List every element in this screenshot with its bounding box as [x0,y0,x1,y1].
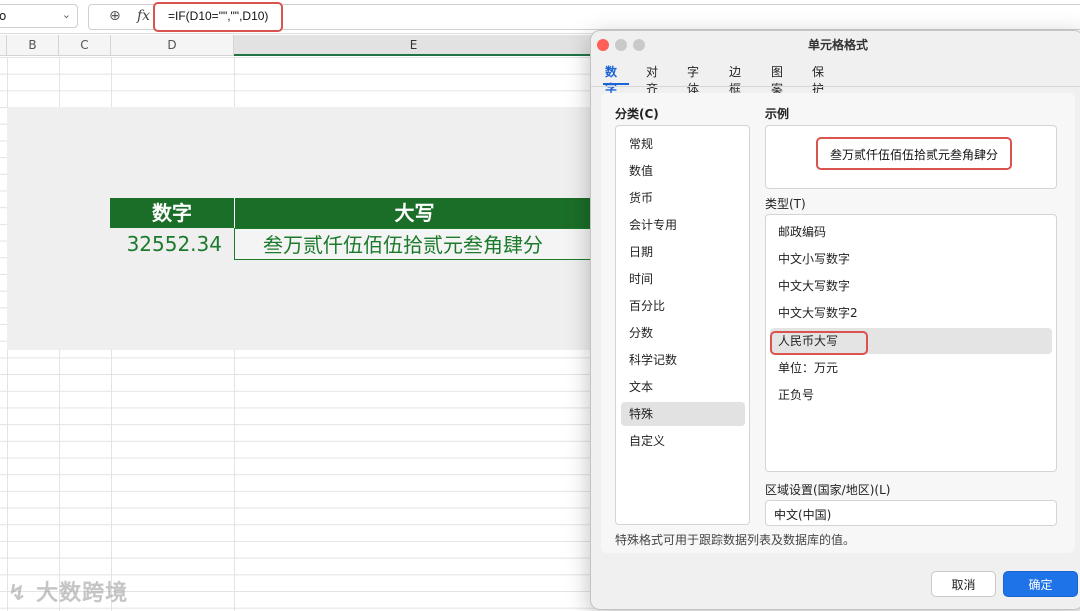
category-label: 分类(C) [615,107,659,121]
ok-button[interactable]: 确定 [1003,571,1078,597]
watermark-text: 大数跨境 [36,581,129,606]
watermark-logo: ↯ 大数跨境 [8,575,128,607]
active-tab-indicator [603,83,629,85]
column-header-b[interactable]: B [7,35,59,56]
cell-header-number[interactable]: 数字 [110,198,234,228]
chevron-down-icon[interactable]: ⌄ [774,505,1044,518]
category-item[interactable]: 自定义 [621,429,745,453]
column-header-d[interactable]: D [111,35,234,56]
category-item[interactable]: 货币 [621,186,745,210]
formula-bar: o ⌄ ⊕ fx =IF(D10="","",D10) [0,0,1080,34]
category-item[interactable]: 文本 [621,375,745,399]
cell-upper-value[interactable]: 叁万贰仟伍佰伍拾贰元叁角肆分 [234,228,594,260]
type-highlight [770,331,868,355]
formula-group: ⊕ fx =IF(D10="","",D10) [88,2,1080,32]
chevron-down-icon[interactable]: ⌄ [62,8,71,21]
sample-box: 叁万贰仟伍佰伍拾贰元叁角肆分 [765,125,1057,189]
tab-number[interactable]: 数字 [605,63,617,97]
type-label: 类型(T) [765,197,806,211]
name-box[interactable]: o ⌄ [0,4,78,28]
category-item[interactable]: 常规 [621,132,745,156]
type-item[interactable]: 单位：万元 [770,355,1052,381]
zoom-icon[interactable]: ⊕ [109,8,121,24]
divider [591,86,1080,87]
type-item[interactable]: 中文大写数字2 [770,300,1052,326]
sample-value: 叁万贰仟伍佰伍拾贰元叁角肆分 [830,148,999,162]
sample-label: 示例 [765,107,790,121]
category-item[interactable]: 会计专用 [621,213,745,237]
type-list[interactable]: 邮政编码 中文小写数字 中文大写数字 中文大写数字2 人民币大写 单位：万元 正… [765,214,1057,472]
row-corner[interactable] [0,35,7,56]
format-cells-dialog: 单元格格式 数字 对齐 字体 边框 图案 保护 分类(C) 常规 数值 货币 会… [590,30,1080,610]
category-item[interactable]: 日期 [621,240,745,264]
dialog-title: 单元格格式 [807,38,868,52]
type-item[interactable]: 正负号 [770,382,1052,408]
category-item-selected[interactable]: 特殊 [621,402,745,426]
tab-protection[interactable]: 保护 [812,63,824,97]
locale-select[interactable]: 中文(中国) ⌄ [765,500,1057,526]
column-header-e[interactable]: E [234,35,594,56]
tab-border[interactable]: 边框 [729,63,741,97]
type-item[interactable]: 中文大写数字 [770,273,1052,299]
tab-alignment[interactable]: 对齐 [646,63,658,97]
name-box-value: o [0,9,7,23]
column-header-c[interactable]: C [59,35,111,56]
category-item[interactable]: 时间 [621,267,745,291]
category-item[interactable]: 科学记数 [621,348,745,372]
fx-icon[interactable]: fx [137,8,150,24]
cancel-button[interactable]: 取消 [931,571,996,597]
type-item[interactable]: 中文小写数字 [770,246,1052,272]
locale-label: 区域设置(国家/地区)(L) [765,483,891,497]
category-item[interactable]: 数值 [621,159,745,183]
watermark-icon: ↯ [8,581,28,606]
description-text: 特殊格式可用于跟踪数据列表及数据库的值。 [615,533,856,547]
formula-input[interactable]: =IF(D10="","",D10) [153,2,283,32]
category-item[interactable]: 百分比 [621,294,745,318]
category-item[interactable]: 分数 [621,321,745,345]
cell-header-upper[interactable]: 大写 [234,198,594,228]
sample-highlight: 叁万贰仟伍佰伍拾贰元叁角肆分 [816,137,1012,170]
tab-pattern[interactable]: 图案 [771,63,783,97]
type-item[interactable]: 邮政编码 [770,219,1052,245]
category-list[interactable]: 常规 数值 货币 会计专用 日期 时间 百分比 分数 科学记数 文本 特殊 自定… [615,125,750,525]
tab-font[interactable]: 字体 [687,63,699,97]
formula-text: =IF(D10="","",D10) [168,9,269,23]
cell-number-value[interactable]: 32552.34 [110,228,234,260]
